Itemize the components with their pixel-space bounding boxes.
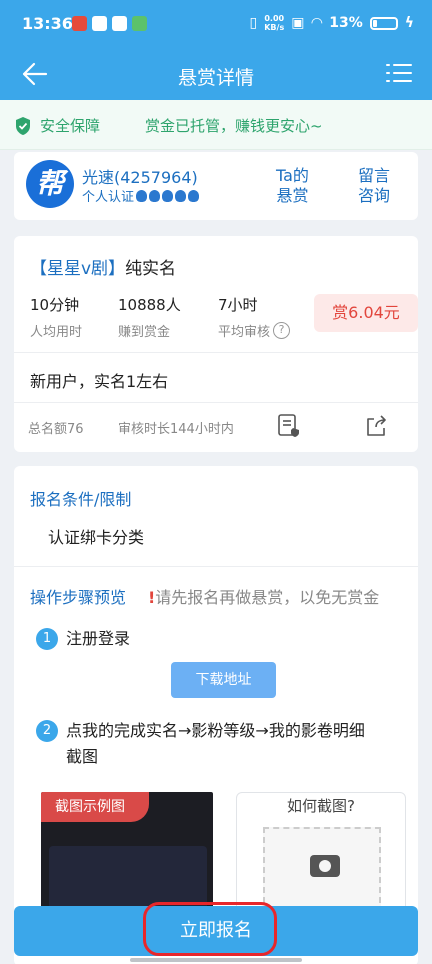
camera-icon — [310, 855, 340, 877]
total-quota: 总名额76 — [28, 422, 84, 437]
safety-banner: 安全保障 赏金已托管，赚钱更安心~ — [0, 100, 432, 150]
task-name: 纯实名 — [125, 259, 177, 279]
medal-icon — [136, 189, 148, 202]
help-icon[interactable]: ? — [273, 322, 291, 339]
status-bar: 13:36 ▯ 0.00 KB/s ▣ ◠ 13% ϟ — [0, 0, 432, 52]
upload-placeholder[interactable] — [263, 827, 381, 913]
step-number-2: 2 — [36, 720, 58, 742]
publisher-card: 帮 光速(4257964) 个人认证 Ta的 悬赏 留言 咨询 — [14, 152, 418, 220]
menu-list-icon[interactable] — [386, 62, 412, 84]
requirements-card: 报名条件/限制 认证绑卡分类 操作步骤预览 !请先报名再做悬赏，以免无赏金 1 … — [14, 466, 418, 964]
divider — [14, 352, 418, 353]
requirements-text: 认证绑卡分类 — [48, 528, 145, 547]
example-tag: 截图示例图 — [41, 792, 149, 822]
stat-earned: 10888人 赚到赏金 — [118, 296, 181, 340]
stat-avg-review: 7小时 平均审核 ? — [218, 294, 291, 340]
medal-icon — [162, 189, 174, 202]
report-icon[interactable] — [278, 414, 300, 438]
howto-title: 如何截图? — [287, 797, 355, 815]
nav-bar: 悬赏详情 — [0, 52, 432, 100]
app-notification-icon — [72, 16, 87, 31]
requirements-title: 报名条件/限制 — [30, 490, 132, 509]
home-indicator — [130, 958, 302, 962]
steps-title: 操作步骤预览 — [30, 588, 127, 607]
safety-text: 赏金已托管，赚钱更安心~ — [145, 117, 323, 135]
battery-percent: 13% — [329, 15, 363, 31]
review-time: 审核时长144小时内 — [118, 422, 234, 437]
stat-avg-time: 10分钟 人均用时 — [30, 296, 83, 340]
steps-warning: !请先报名再做悬赏，以免无赏金 — [148, 588, 380, 607]
divider — [14, 402, 418, 403]
publisher-name: 光速(4257964) — [82, 168, 198, 187]
medal-icon — [175, 189, 187, 202]
app-notification-icon — [92, 16, 107, 31]
example-screenshot[interactable]: 截图示例图 — [41, 792, 213, 912]
publisher-tasks-link[interactable]: Ta的 悬赏 — [276, 166, 309, 206]
share-icon[interactable] — [364, 414, 388, 438]
battery-icon — [369, 16, 398, 30]
howto-screenshot-box[interactable]: 如何截图? — [236, 792, 406, 916]
message-consult-link[interactable]: 留言 咨询 — [358, 166, 390, 206]
vibrate-icon: ▯ — [249, 15, 258, 31]
task-title: 【星星v剧】纯实名 — [30, 254, 176, 279]
shield-check-icon — [16, 117, 30, 135]
status-right: ▯ 0.00 KB/s ▣ ◠ 13% ϟ — [250, 14, 414, 32]
avatar[interactable]: 帮 — [26, 160, 74, 208]
status-time: 13:36 — [22, 14, 73, 33]
step-text-1: 注册登录 — [66, 629, 131, 648]
publisher-cert: 个人认证 — [82, 186, 200, 205]
net-speed: 0.00 KB/s — [264, 14, 285, 32]
task-description: 新用户，实名1左右 — [30, 372, 169, 391]
app-notification-icon — [112, 16, 127, 31]
charging-icon: ϟ — [404, 15, 414, 31]
download-link-button[interactable]: 下载地址 — [171, 662, 276, 698]
divider — [14, 566, 418, 567]
notification-icons — [72, 16, 147, 31]
step-text-2: 点我的完成实名→影粉等级→我的影卷明细 截图 — [66, 721, 365, 766]
medal-icon — [149, 189, 161, 202]
sim-icon: ▣ — [291, 15, 305, 31]
page-title: 悬赏详情 — [177, 67, 254, 89]
task-tag: 【星星v剧】 — [30, 259, 126, 279]
task-card: 【星星v剧】纯实名 10分钟 人均用时 10888人 赚到赏金 7小时 平均审核… — [14, 236, 418, 452]
step-number-1: 1 — [36, 628, 58, 650]
wifi-icon: ◠ — [311, 15, 323, 31]
safety-label: 安全保障 — [40, 117, 101, 135]
red-circle-annotation — [143, 902, 277, 956]
reward-badge: 赏6.04元 — [314, 294, 418, 332]
app-notification-icon — [132, 16, 147, 31]
medal-icon — [188, 189, 200, 202]
